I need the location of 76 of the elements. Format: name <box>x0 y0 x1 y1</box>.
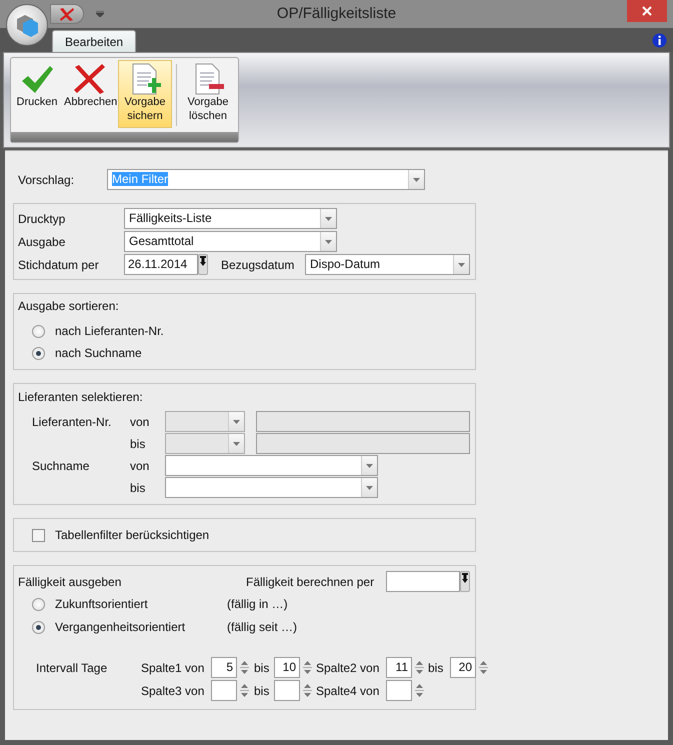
date-picker-button[interactable] <box>198 254 208 275</box>
number-field[interactable] <box>211 680 237 701</box>
app-menu-button[interactable] <box>6 4 48 46</box>
radio-option[interactable]: nach Lieferanten-Nr. <box>18 321 471 341</box>
from-label: von <box>130 458 150 472</box>
number-field[interactable]: 10 <box>274 657 300 678</box>
checkbox-option[interactable]: Tabellenfilter berücksichtigen <box>32 525 457 545</box>
field-label: Stichdatum per <box>18 258 100 272</box>
radio-button[interactable] <box>32 620 45 634</box>
dropdown-arrow-icon <box>366 486 373 490</box>
dropdown[interactable] <box>165 477 378 498</box>
ribbon-button[interactable]: Vorgabe sichern <box>118 60 172 128</box>
close-button[interactable] <box>627 0 667 22</box>
arrow-down-icon <box>461 572 469 584</box>
info-icon[interactable] <box>652 33 667 48</box>
group-title: Lieferanten selektieren: <box>18 390 144 404</box>
field-label: Lieferanten-Nr. <box>32 414 112 428</box>
dropdown-arrow-icon <box>233 420 240 424</box>
date-field[interactable]: 26.11.2014 <box>124 254 198 275</box>
dropdown-arrow-icon <box>325 216 332 220</box>
to-label: bis <box>130 436 146 450</box>
window-title: OP/Fälligkeitsliste <box>276 5 396 22</box>
number-field[interactable]: 5 <box>211 657 237 678</box>
dropdown[interactable] <box>165 455 378 476</box>
number-field[interactable] <box>386 680 412 701</box>
number-field[interactable]: 11 <box>386 657 412 678</box>
radio-label: Zukunftsorientiert <box>55 597 149 611</box>
number-field[interactable]: 20 <box>450 657 476 678</box>
hint-text: (fällig seit …) <box>227 620 298 634</box>
text-field[interactable] <box>256 433 470 454</box>
to-label: bis <box>254 660 270 674</box>
number-field[interactable] <box>274 680 300 701</box>
arrow-down-icon <box>199 255 207 267</box>
interval-label: Spalte3 von <box>141 684 206 698</box>
dropdown-arrow-icon <box>458 262 465 266</box>
cube-icon <box>15 13 39 37</box>
to-label: bis <box>254 684 270 698</box>
dropdown[interactable]: Gesamttotal <box>124 231 337 252</box>
ribbon-button[interactable]: Abbrechen <box>62 60 116 128</box>
dropdown[interactable]: Fälligkeits-Liste <box>124 208 337 229</box>
to-label: bis <box>428 660 444 674</box>
ribbon-tab[interactable]: Bearbeiten <box>52 30 136 52</box>
group-title: Fälligkeit ausgeben <box>18 574 122 588</box>
ribbon-button[interactable]: Vorgabe löschen <box>181 60 235 128</box>
date-picker-button[interactable] <box>460 571 470 592</box>
field-label: Ausgabe <box>18 234 66 248</box>
field-label: Intervall Tage <box>36 660 108 674</box>
interval-label: Spalte4 von <box>316 684 380 698</box>
customize-caret-icon[interactable] <box>96 11 104 17</box>
dropdown-arrow-icon <box>413 178 420 182</box>
quick-cancel-button[interactable] <box>50 4 84 24</box>
field-label: Vorschlag: <box>18 172 76 186</box>
field-label: Bezugsdatum <box>221 258 296 272</box>
field-label: Fälligkeit berechnen per <box>246 574 376 588</box>
ribbon-button[interactable]: Drucken <box>14 60 60 128</box>
date-field[interactable] <box>386 571 460 592</box>
dropdown-arrow-icon <box>325 240 332 244</box>
radio-button[interactable] <box>32 598 45 610</box>
dropdown-arrow-icon <box>366 464 373 468</box>
cross-icon <box>59 7 75 21</box>
cross-icon <box>72 63 106 95</box>
radio-label: Vergangenheitsorientiert <box>55 620 186 634</box>
interval-label: Spalte1 von <box>141 660 206 674</box>
field-label: Drucktyp <box>18 212 66 226</box>
dropdown[interactable]: Dispo-Datum <box>305 254 470 275</box>
hint-text: (fällig in …) <box>227 597 288 611</box>
group-title: Ausgabe sortieren: <box>18 299 120 313</box>
to-label: bis <box>130 480 146 494</box>
close-icon <box>642 6 652 16</box>
from-label: von <box>130 414 150 428</box>
dropdown[interactable] <box>165 433 245 454</box>
field-label: Suchname <box>32 458 90 472</box>
dropdown-arrow-icon <box>233 442 240 446</box>
radio-option[interactable]: nach Suchname <box>18 343 471 363</box>
checkmark-icon <box>20 63 54 95</box>
interval-label: Spalte2 von <box>316 660 380 674</box>
